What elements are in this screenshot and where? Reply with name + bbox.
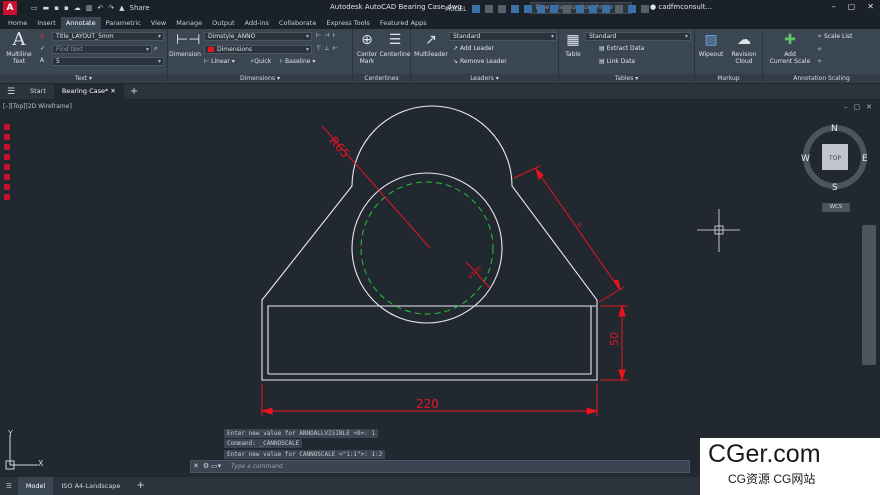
command-history-line: Command: _CANNOSCALE (224, 439, 303, 448)
ucs-y-label: Y (7, 429, 13, 438)
command-prompt-icon[interactable]: ▭▾ (211, 462, 223, 471)
viewcube-east[interactable]: E (862, 154, 868, 164)
wcs-menu[interactable]: WCS (822, 203, 850, 212)
width-label: 220 (416, 397, 439, 411)
slant-dim-line (535, 168, 621, 291)
height-arrow-top (618, 304, 626, 317)
tab-layout[interactable]: ISO A4-Landscape (53, 477, 128, 495)
outer-profile (261, 105, 598, 381)
grid-icon[interactable] (471, 5, 480, 13)
lineweight-icon[interactable] (549, 5, 558, 13)
watermark: CGer.com CG资源 CG网站 (700, 438, 880, 495)
ucs-icon (5, 435, 38, 470)
polar-icon[interactable] (510, 5, 519, 13)
tab-model[interactable]: Model (17, 477, 54, 495)
viewcube-top-label[interactable]: TOP (828, 155, 841, 162)
slant-arrow-2 (613, 279, 621, 291)
selection-cycling-icon[interactable] (575, 5, 584, 13)
close-command-line-icon[interactable]: ✕ (191, 461, 201, 472)
new-layout-button[interactable]: + (128, 477, 152, 495)
bearing-case-outline (261, 105, 598, 381)
crosshair-cursor (697, 209, 740, 252)
inner-rim (268, 306, 592, 375)
transparency-icon[interactable] (562, 5, 571, 13)
annotation-scale-icon[interactable] (601, 5, 610, 13)
viewcube-south[interactable]: S (832, 183, 838, 193)
slant-label: R (575, 222, 583, 229)
watermark-line1: CGer.com (708, 440, 821, 468)
isolate-objects-icon[interactable] (627, 5, 636, 13)
command-input[interactable]: Type a command (231, 463, 283, 470)
command-history-line: Enter new value for CANNOSCALE <"1:1">: … (224, 450, 386, 459)
height-label: 50 (608, 332, 621, 346)
customization-icon[interactable] (640, 5, 649, 13)
object-snap-icon[interactable] (536, 5, 545, 13)
ucs-x-label: X (38, 459, 44, 468)
viewcube-west[interactable]: W (801, 154, 810, 164)
dimensions (260, 125, 628, 416)
snap-icon[interactable] (484, 5, 493, 13)
command-line: ✕ ⚙ ▭▾ Type a command (190, 460, 690, 473)
ortho-icon[interactable] (497, 5, 506, 13)
layout-menu-icon[interactable]: ☰ (0, 477, 18, 495)
hidden-bore-circle (360, 181, 494, 315)
status-toggles: MODEL (445, 5, 649, 13)
drawing-svg: R65 ø100 R 50 220 Y X TOP N S W E (5, 105, 868, 470)
width-arrow-left (260, 407, 273, 415)
command-settings-icon[interactable]: ⚙ (201, 461, 211, 472)
viewcube-north[interactable]: N (831, 124, 838, 134)
slant-ext-1 (513, 165, 541, 179)
isodraft-icon[interactable] (523, 5, 532, 13)
workspace-icon[interactable] (614, 5, 623, 13)
annotation-visibility-icon[interactable] (588, 5, 597, 13)
watermark-line2: CG资源 CG网站 (728, 472, 816, 486)
navigation-bar[interactable] (862, 225, 876, 365)
model-space-toggle[interactable]: MODEL (445, 6, 467, 13)
command-history-line: Enter new value for ANNOALLVISIBLE <0>: … (224, 429, 379, 438)
inner-profile (267, 305, 596, 374)
height-arrow-bottom (618, 369, 626, 382)
width-arrow-right (586, 407, 599, 415)
bore-circle (351, 172, 503, 324)
